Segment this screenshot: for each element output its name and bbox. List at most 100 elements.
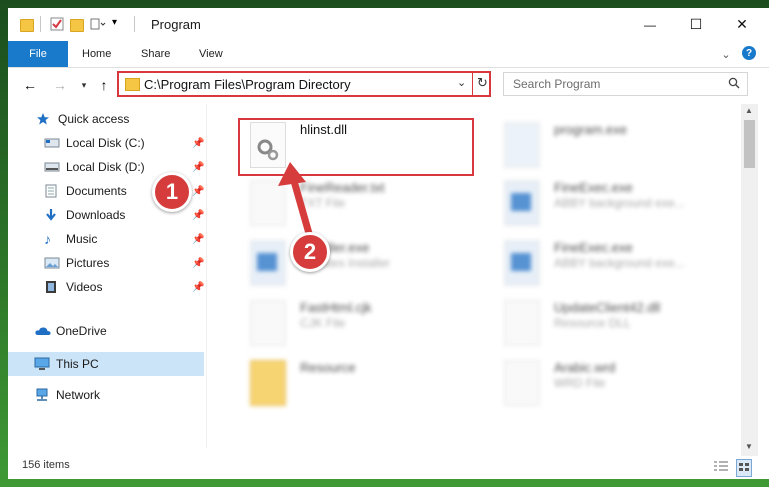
computer-icon — [34, 357, 50, 371]
address-bar[interactable]: C:\Program Files\Program Directory ⌄ ↻ — [117, 71, 491, 97]
step-1-badge: 1 — [152, 172, 192, 212]
sidebar-item-label: Downloads — [66, 208, 126, 222]
pin-icon[interactable]: 📌 — [192, 186, 204, 197]
customize-toolbar-icon[interactable] — [90, 17, 106, 31]
file-type: TXT File — [300, 196, 346, 210]
step-2-badge: 2 — [290, 232, 330, 272]
music-note-icon: ♪ — [44, 231, 51, 247]
window-title: Program — [151, 17, 201, 32]
divider — [134, 16, 135, 32]
vertical-scrollbar[interactable]: ▲ ▼ — [741, 104, 758, 456]
address-row: ← → ▾ ↑ C:\Program Files\Program Directo… — [8, 68, 769, 102]
chevron-down-icon[interactable]: ⌄ — [457, 76, 466, 89]
expand-ribbon-icon[interactable]: ⌄ — [718, 46, 734, 62]
sidebar-item-local-disk-c[interactable]: Local Disk (C:) 📌 — [44, 132, 206, 154]
download-arrow-icon — [44, 208, 60, 222]
scroll-thumb[interactable] — [744, 120, 755, 168]
file-type: CJK File — [300, 316, 346, 330]
refresh-icon[interactable]: ↻ — [477, 75, 488, 91]
tab-home[interactable]: Home — [82, 41, 111, 67]
file-name: program.exe — [554, 122, 627, 137]
file-item[interactable]: Arabic.wrd WRD File — [492, 356, 722, 410]
new-folder-icon[interactable] — [70, 19, 84, 32]
file-item[interactable]: FineReader.txt TXT File — [238, 176, 468, 230]
folder-icon — [250, 360, 286, 406]
file-item[interactable]: UpdateClient42.dll Resource DLL — [492, 296, 722, 350]
search-input[interactable]: Search Program — [503, 72, 748, 96]
sidebar-item-label: Pictures — [66, 256, 110, 270]
tab-share[interactable]: Share — [141, 41, 170, 67]
title-bar: ▾ Program — ☐ ✕ — [8, 8, 769, 41]
address-path[interactable]: C:\Program Files\Program Directory — [144, 77, 351, 92]
pin-icon[interactable]: 📌 — [192, 210, 204, 221]
sidebar-item-pictures[interactable]: Pictures 📌 — [44, 252, 206, 274]
file-explorer-window: ▾ Program — ☐ ✕ File Home Share View ⌄ ?… — [8, 8, 769, 479]
status-bar: 156 items — [8, 456, 769, 479]
pin-icon[interactable]: 📌 — [192, 162, 204, 173]
file-type: ABBY background exe... — [554, 256, 685, 270]
file-item[interactable]: FineExec.exe ABBY background exe... — [492, 176, 722, 230]
file-item[interactable]: FineExec.exe ABBY background exe... — [492, 236, 722, 290]
file-name: Arabic.wrd — [554, 360, 616, 375]
help-icon[interactable]: ? — [742, 46, 756, 60]
cloud-icon — [34, 324, 51, 338]
file-type: ABBY background exe... — [554, 196, 685, 210]
star-icon — [36, 112, 52, 126]
minimize-button[interactable]: — — [627, 8, 673, 41]
up-arrow-icon[interactable]: ↑ — [96, 77, 112, 93]
file-type: WRD File — [554, 376, 606, 390]
text-file-icon — [250, 180, 286, 226]
sidebar-item-label: Music — [66, 232, 98, 246]
sidebar-item-network[interactable]: Network — [34, 384, 100, 406]
file-name: FineReader.txt — [300, 180, 385, 195]
pin-icon[interactable]: 📌 — [192, 234, 204, 245]
pictures-icon — [44, 256, 60, 270]
file-name: FineExec.exe — [554, 240, 633, 255]
scroll-down-icon[interactable]: ▼ — [745, 442, 753, 451]
maximize-button[interactable]: ☐ — [673, 8, 719, 41]
file-type: Resource DLL — [554, 316, 631, 330]
generic-file-icon — [250, 300, 286, 346]
chevron-down-icon[interactable]: ▾ — [112, 17, 126, 31]
sidebar-item-label: Local Disk (D:) — [66, 160, 145, 174]
sidebar-item-quick-access[interactable]: Quick access — [36, 108, 129, 130]
sidebar-item-onedrive[interactable]: OneDrive — [34, 320, 107, 342]
drive-icon — [44, 160, 60, 174]
exe-file-icon — [250, 240, 286, 286]
file-item[interactable]: program.exe — [492, 118, 722, 172]
search-icon[interactable] — [728, 77, 740, 92]
sidebar-item-label: Quick access — [58, 112, 130, 126]
sidebar-item-videos[interactable]: Videos 📌 — [44, 276, 206, 298]
tab-view[interactable]: View — [199, 41, 223, 67]
sidebar-item-this-pc[interactable]: This PC — [8, 352, 204, 376]
sidebar-item-label: Documents — [66, 184, 127, 198]
document-icon — [44, 184, 60, 198]
divider — [40, 16, 41, 32]
sidebar-item-label: This PC — [56, 357, 99, 371]
properties-icon[interactable] — [50, 17, 64, 31]
sidebar-item-music[interactable]: ♪ Music 📌 — [44, 228, 206, 250]
pin-icon[interactable]: 📌 — [192, 258, 204, 269]
search-placeholder: Search Program — [513, 77, 601, 91]
scroll-up-icon[interactable]: ▲ — [745, 106, 753, 115]
file-item[interactable]: Resource — [238, 356, 468, 410]
pin-icon[interactable]: 📌 — [192, 138, 204, 149]
network-icon — [34, 388, 50, 402]
recent-locations-icon[interactable]: ▾ — [76, 77, 92, 93]
file-item[interactable]: Installer.exe Updates Installer — [238, 236, 468, 290]
file-item[interactable]: FastHtml.cjk CJK File — [238, 296, 468, 350]
navigation-pane: Quick access Local Disk (C:) 📌 Local Dis… — [8, 104, 207, 448]
large-icons-view-icon[interactable] — [736, 459, 752, 477]
highlight-box — [238, 118, 474, 176]
back-arrow-icon[interactable]: ← — [22, 77, 38, 93]
tab-file[interactable]: File — [8, 41, 68, 67]
close-button[interactable]: ✕ — [719, 8, 765, 41]
folder-icon[interactable] — [20, 19, 34, 32]
exe-file-icon — [504, 122, 540, 168]
details-view-icon[interactable] — [713, 460, 729, 475]
sidebar-item-label: Videos — [66, 280, 103, 294]
pin-icon[interactable]: 📌 — [192, 282, 204, 293]
forward-arrow-icon[interactable]: → — [52, 77, 68, 93]
drive-icon — [44, 136, 60, 150]
divider — [472, 73, 473, 95]
